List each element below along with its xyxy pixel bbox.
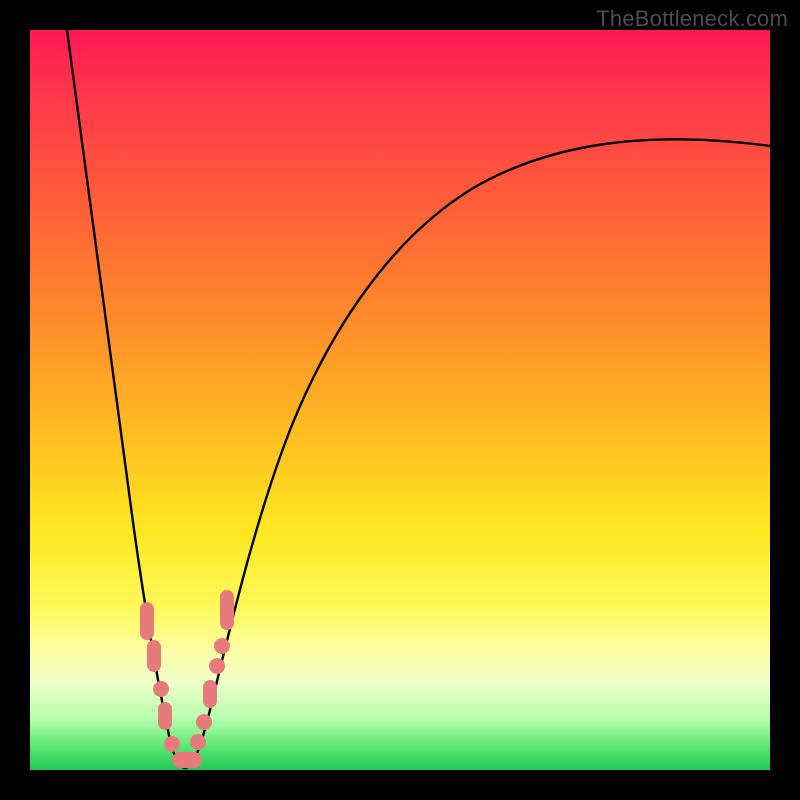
marker-dot xyxy=(172,752,202,768)
bottleneck-curve-svg xyxy=(30,30,770,770)
marker-dot xyxy=(220,590,234,630)
marker-dot xyxy=(209,658,225,674)
marker-dot xyxy=(196,714,212,730)
curve-left-branch xyxy=(67,30,185,768)
marker-dot xyxy=(153,681,169,697)
marker-dot xyxy=(147,640,161,672)
attribution-text: TheBottleneck.com xyxy=(596,6,788,32)
marker-dot xyxy=(140,602,154,640)
marker-dot xyxy=(158,702,172,730)
marker-dot xyxy=(164,736,180,752)
chart-plot-area xyxy=(30,30,770,770)
marker-dot xyxy=(190,734,206,750)
curve-right-branch xyxy=(185,139,770,768)
marker-group xyxy=(140,590,234,768)
marker-dot xyxy=(203,680,217,708)
marker-dot xyxy=(214,638,230,654)
